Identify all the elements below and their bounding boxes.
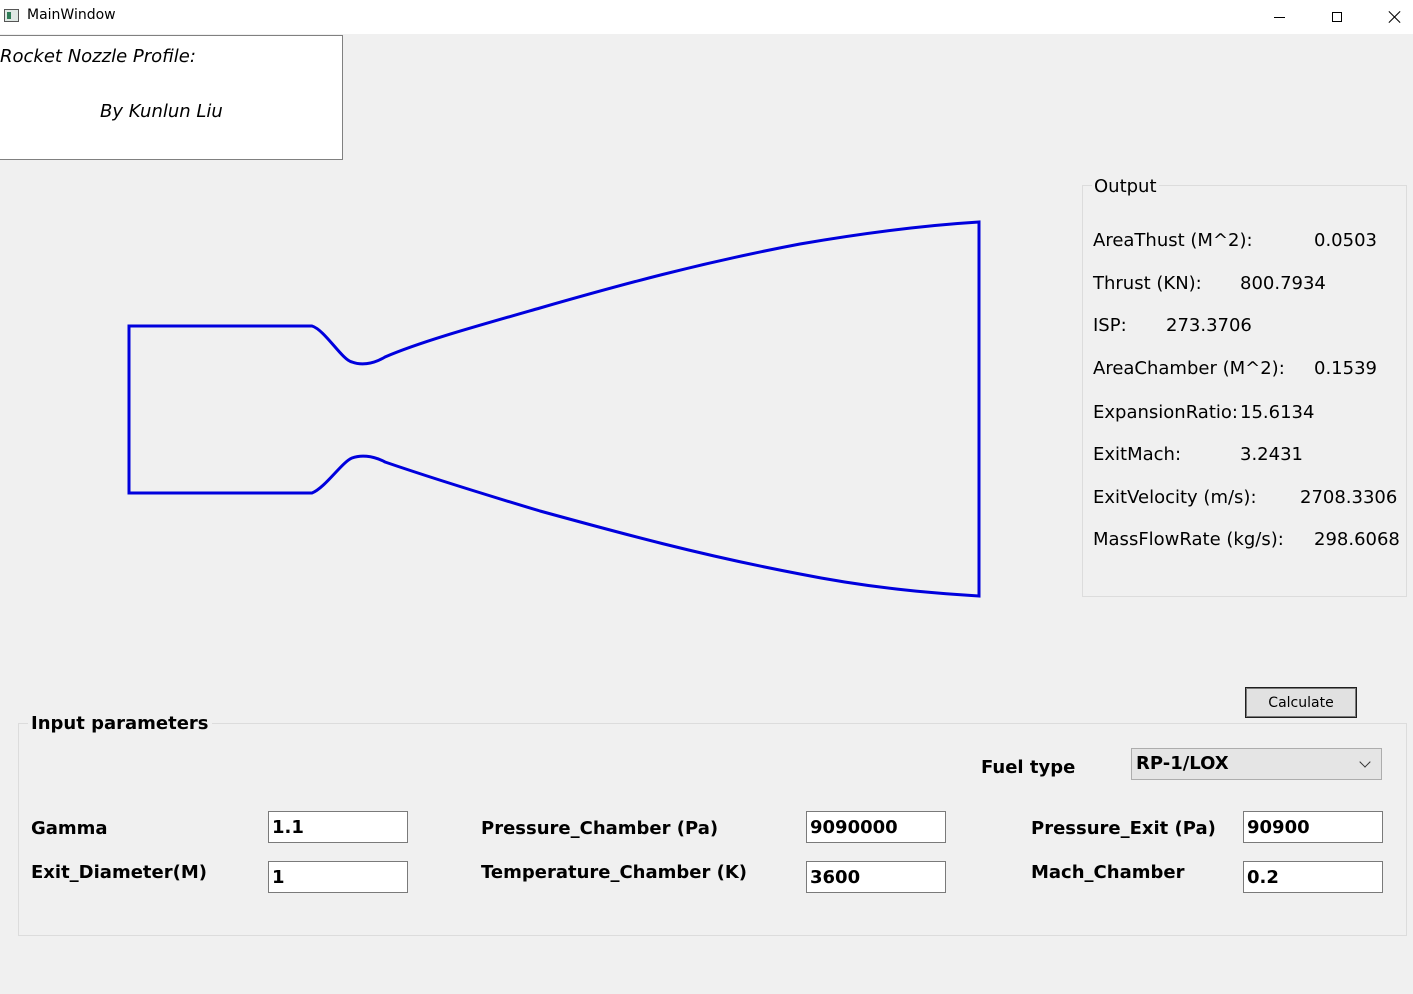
fuel-type-label: Fuel type (981, 757, 1076, 778)
mach-chamber-label: Mach_Chamber (1031, 862, 1185, 883)
temperature-chamber-input[interactable] (806, 861, 946, 893)
close-button[interactable] (1366, 0, 1413, 34)
header-author: By Kunlun Liu (100, 101, 223, 122)
output-label-mass-flow-rate: MassFlowRate (kg/s): (1093, 529, 1284, 550)
output-label-isp: ISP: (1093, 315, 1127, 336)
output-value-exit-mach: 3.2431 (1240, 444, 1303, 465)
output-label-exit-mach: ExitMach: (1093, 444, 1182, 465)
close-icon (1388, 10, 1402, 24)
output-value-thrust: 800.7934 (1240, 273, 1326, 294)
maximize-button[interactable] (1308, 0, 1366, 34)
nozzle-profile-drawing (127, 220, 981, 598)
minimize-button[interactable] (1250, 0, 1308, 34)
maximize-icon (1332, 12, 1342, 22)
gamma-label: Gamma (31, 818, 108, 839)
header-title: Rocket Nozzle Profile: (0, 46, 196, 67)
title-bar: MainWindow (0, 0, 1413, 34)
mach-chamber-input[interactable] (1243, 861, 1383, 893)
output-value-expansion-ratio: 15.6134 (1240, 402, 1315, 423)
window-title: MainWindow (27, 7, 116, 23)
input-parameters-title: Input parameters (28, 713, 212, 734)
chevron-down-icon (1359, 756, 1371, 768)
output-value-mass-flow-rate: 298.6068 (1314, 529, 1400, 550)
nozzle-outline (127, 220, 981, 598)
output-label-area-thrust: AreaThust (M^2): (1093, 230, 1253, 251)
output-label-area-chamber: AreaChamber (M^2): (1093, 358, 1285, 379)
output-label-thrust: Thrust (KN): (1093, 273, 1202, 294)
minimize-icon (1273, 16, 1285, 18)
header-text-box: Rocket Nozzle Profile: By Kunlun Liu (0, 35, 343, 160)
output-value-isp: 273.3706 (1166, 315, 1252, 336)
pressure-chamber-input[interactable] (806, 811, 946, 843)
output-group-title: Output (1092, 176, 1159, 197)
gamma-input[interactable] (268, 811, 408, 843)
output-value-area-thrust: 0.0503 (1314, 230, 1377, 251)
pressure-exit-input[interactable] (1243, 811, 1383, 843)
app-icon (4, 9, 19, 22)
fuel-type-selected-value: RP-1/LOX (1136, 753, 1229, 774)
exit-diameter-input[interactable] (268, 861, 408, 893)
calculate-button[interactable]: Calculate (1245, 687, 1357, 718)
output-value-area-chamber: 0.1539 (1314, 358, 1377, 379)
temperature-chamber-label: Temperature_Chamber (K) (481, 862, 748, 883)
output-label-exit-velocity: ExitVelocity (m/s): (1093, 487, 1257, 508)
pressure-exit-label: Pressure_Exit (Pa) (1031, 818, 1216, 839)
exit-diameter-label: Exit_Diameter(M) (31, 862, 207, 883)
pressure-chamber-label: Pressure_Chamber (Pa) (481, 818, 719, 839)
output-value-exit-velocity: 2708.3306 (1300, 487, 1398, 508)
fuel-type-select[interactable]: RP-1/LOX (1131, 748, 1382, 780)
output-label-expansion-ratio: ExpansionRatio: (1093, 402, 1238, 423)
